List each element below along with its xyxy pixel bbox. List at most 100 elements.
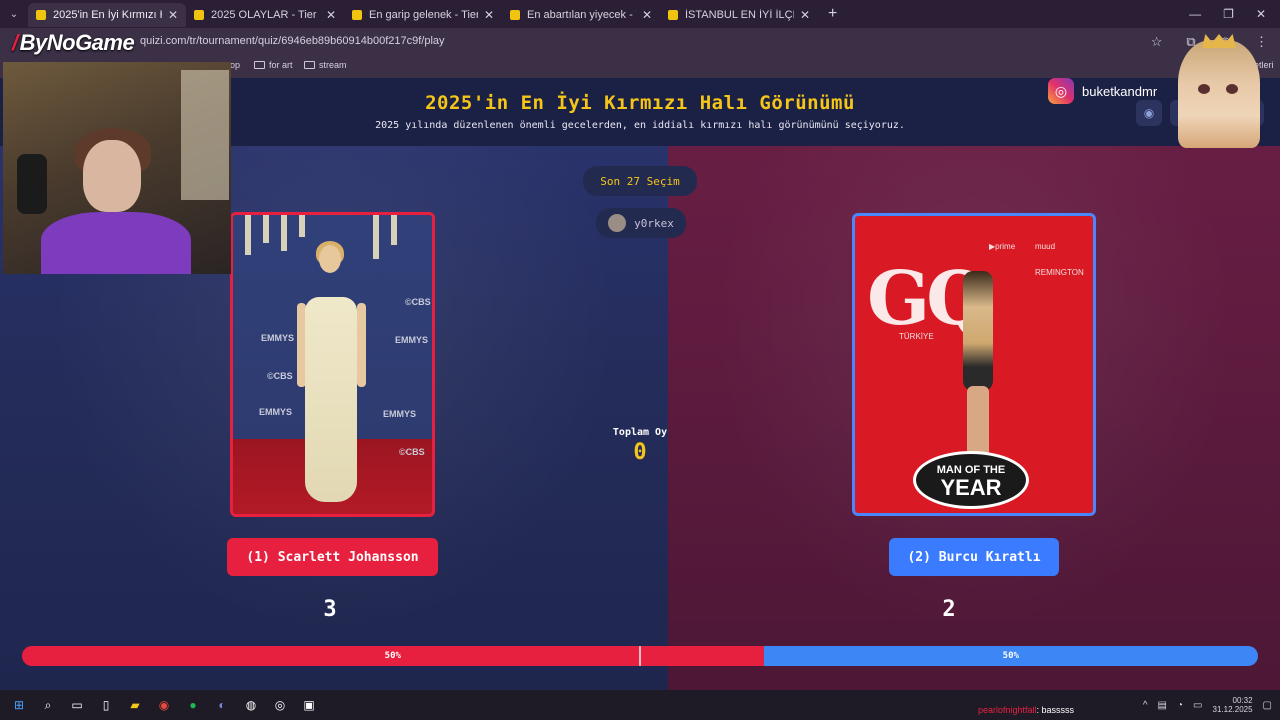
photo-logo-text: EMMYS xyxy=(383,409,417,419)
webcam-overlay xyxy=(3,62,231,274)
total-votes: Toplam Oy 0 xyxy=(600,427,680,465)
obs-icon[interactable]: ▣ xyxy=(299,695,319,715)
steam-icon[interactable]: ◎ xyxy=(270,695,290,715)
folder-icon[interactable]: ▰ xyxy=(125,695,145,715)
photo-logo-text: ©CBS xyxy=(399,447,425,457)
vote-count-left: 3 xyxy=(323,597,337,622)
chrome-icon[interactable]: ◉ xyxy=(154,695,174,715)
award-logo-bottom-text: YEAR xyxy=(940,475,1002,501)
battery-icon[interactable]: ▭ xyxy=(1193,700,1202,711)
streamer-face xyxy=(83,140,141,212)
app-icon[interactable]: ◍ xyxy=(241,695,261,715)
photo-logo-text: ©CBS xyxy=(405,297,431,307)
chat-overlay: pearlofnightfall: basssss xyxy=(978,705,1074,715)
discord-icon[interactable]: ◐ xyxy=(212,695,232,715)
user-badge[interactable]: y0rkex xyxy=(596,208,686,238)
favicon-icon xyxy=(510,10,520,20)
avatar-eye xyxy=(1226,84,1238,94)
bookmark-folder[interactable]: for art xyxy=(254,60,293,70)
progress-right-segment: 50% xyxy=(763,646,1258,666)
new-tab-icon[interactable]: + xyxy=(828,5,837,23)
chevron-up-icon[interactable]: ^ xyxy=(1143,700,1148,711)
backdrop-stripe xyxy=(391,215,397,245)
bookmark-item[interactable]: op xyxy=(230,60,240,70)
chat-message: : basssss xyxy=(1036,705,1075,715)
progress-right-label: 50% xyxy=(1002,651,1019,661)
close-tab-icon[interactable]: ✕ xyxy=(326,8,336,22)
browser-tab-bar: ⌄ 2025'in En İyi Kırmızı Halı Görün ✕ 20… xyxy=(0,0,1280,28)
instagram-icon: ◎ xyxy=(1048,78,1074,104)
bookmark-star-icon[interactable]: ☆ xyxy=(1151,34,1163,50)
url-field[interactable]: quizi.com/tr/tournament/quiz/6946eb89b60… xyxy=(140,35,445,47)
vote-progress-bar: 50% 50% xyxy=(22,646,1258,666)
close-window-icon[interactable]: ✕ xyxy=(1256,7,1266,21)
wall-poster xyxy=(181,70,229,200)
os-taskbar: ⊞ ⌕ ▭ ▯ ▰ ◉ ● ◐ ◍ ◎ ▣ ^ ▤ ◔ ▭ 00:32 31.1… xyxy=(0,690,1280,720)
backdrop-stripe xyxy=(299,215,305,237)
menu-icon[interactable]: ⋮ xyxy=(1255,34,1268,50)
system-tray: ^ ▤ ◔ ▭ 00:32 31.12.2025 ▢ xyxy=(1143,690,1272,720)
backdrop-stripe xyxy=(263,215,269,243)
browser-tab[interactable]: En garip gelenek - Tier List | Kü ✕ xyxy=(344,3,502,27)
photo-sponsor-text: REMINGTON xyxy=(1035,268,1084,277)
clock[interactable]: 00:32 31.12.2025 xyxy=(1213,696,1253,714)
notification-icon[interactable]: ▢ xyxy=(1263,700,1272,711)
tab-title: 2025'in En İyi Kırmızı Halı Görün xyxy=(53,9,162,21)
chat-username: pearlofnightfall xyxy=(978,705,1037,715)
progress-left-segment: 50% xyxy=(22,646,764,666)
browser-tab[interactable]: İSTANBUL EN İYİ İLÇESİ - Tier Li ✕ xyxy=(660,3,818,27)
brand-name: ByNoGame xyxy=(19,30,135,55)
instagram-overlay: ◎ buketkandmr xyxy=(1048,78,1157,104)
restore-icon[interactable]: ❐ xyxy=(1223,7,1234,21)
bookmark-label: stream xyxy=(319,60,347,70)
username: y0rkex xyxy=(634,216,674,230)
windows-start-icon[interactable]: ⊞ xyxy=(9,695,29,715)
vote-button-left[interactable]: (1) Scarlett Johansson xyxy=(227,538,438,576)
brand-slash-icon: / xyxy=(12,30,18,55)
close-tab-icon[interactable]: ✕ xyxy=(642,8,652,22)
folder-icon xyxy=(304,61,315,69)
tab-title: İSTANBUL EN İYİ İLÇESİ - Tier Li xyxy=(685,9,794,21)
tab-title: 2025 OLAYLAR - Tier List | Kör xyxy=(211,9,320,21)
candidate-photo-left[interactable]: EMMYS EMMYS EMMYS EMMYS ©CBS ©CBS ©CBS xyxy=(230,212,435,517)
bookmark-label: for art xyxy=(269,60,293,70)
browser-tab[interactable]: 2025'in En İyi Kırmızı Halı Görün ✕ xyxy=(28,3,186,27)
favicon-icon xyxy=(352,10,362,20)
spotify-icon[interactable]: ● xyxy=(183,695,203,715)
candidate-photo-right[interactable]: GQ ▶prime muud REMINGTON TÜRKİYE MAN OF … xyxy=(852,213,1096,516)
volume-icon[interactable]: ◔ xyxy=(1177,700,1183,711)
photo-sponsor-text: ▶prime xyxy=(989,242,1016,251)
tab-title: En garip gelenek - Tier List | Kü xyxy=(369,9,478,21)
browser-tab[interactable]: En abartılan yiyecek - Tier List | ✕ xyxy=(502,3,660,27)
photo-logo-text: EMMYS xyxy=(395,335,429,345)
minimize-icon[interactable]: — xyxy=(1189,7,1201,21)
total-votes-count: 0 xyxy=(633,440,647,465)
close-tab-icon[interactable]: ✕ xyxy=(484,8,494,22)
backdrop-stripe xyxy=(281,215,287,251)
vote-button-right[interactable]: (2) Burcu Kıratlı xyxy=(889,538,1059,576)
file-icon[interactable]: ▯ xyxy=(96,695,116,715)
bookmark-label: op xyxy=(230,60,241,70)
favicon-icon xyxy=(36,10,46,20)
address-bar: quizi.com/tr/tournament/quiz/6946eb89b60… xyxy=(0,28,1280,56)
streamer-avatar-art xyxy=(1178,34,1260,148)
folder-icon xyxy=(254,61,265,69)
photo-logo-text: EMMYS xyxy=(259,407,293,417)
avatar-eye xyxy=(1198,84,1210,94)
network-icon[interactable]: ▤ xyxy=(1158,700,1167,711)
task-view-icon[interactable]: ▭ xyxy=(67,695,87,715)
figure-head xyxy=(319,245,341,273)
photo-sponsor-text: TÜRKİYE xyxy=(899,332,934,341)
search-icon[interactable]: ⌕ xyxy=(38,695,58,715)
close-tab-icon[interactable]: ✕ xyxy=(168,8,178,22)
tab-search-icon[interactable]: ⌄ xyxy=(0,0,28,28)
favicon-icon xyxy=(194,10,204,20)
bookmark-folder[interactable]: stream xyxy=(304,60,347,70)
photo-logo-text: ©CBS xyxy=(267,371,293,381)
figure-body xyxy=(963,271,993,391)
figure-dress xyxy=(305,297,357,502)
close-tab-icon[interactable]: ✕ xyxy=(800,8,810,22)
browser-tab[interactable]: 2025 OLAYLAR - Tier List | Kör ✕ xyxy=(186,3,344,27)
instagram-handle: buketkandmr xyxy=(1082,83,1158,99)
recent-choices-badge[interactable]: Son 27 Seçim xyxy=(583,166,697,196)
